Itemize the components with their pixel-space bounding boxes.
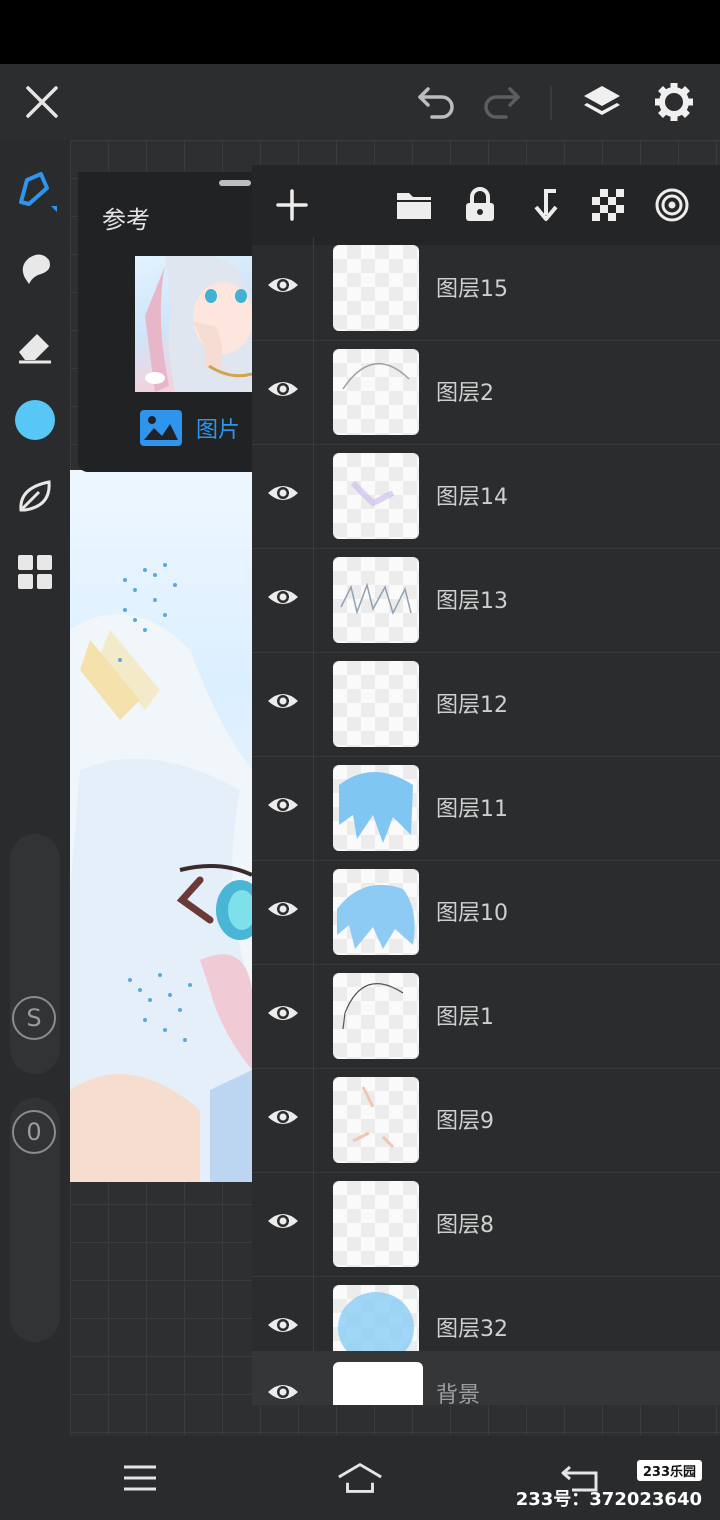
layer-thumbnail[interactable]	[333, 661, 419, 747]
leaf-icon[interactable]	[11, 472, 59, 520]
artwork-canvas[interactable]	[70, 470, 252, 1182]
layer-name: 图层14	[436, 485, 508, 510]
layer-row[interactable]: 图层8	[252, 1173, 720, 1277]
layer-thumbnail[interactable]	[333, 1362, 423, 1405]
column-divider	[313, 965, 314, 1068]
close-icon[interactable]	[18, 78, 66, 126]
smudge-icon[interactable]	[11, 244, 59, 292]
layer-row[interactable]: 图层13	[252, 549, 720, 653]
layer-thumbnail[interactable]	[333, 245, 419, 331]
toolbar-divider	[550, 86, 552, 120]
layer-name: 图层11	[436, 797, 508, 822]
layer-name: 图层32	[436, 1317, 508, 1342]
reference-title: 参考	[102, 206, 150, 234]
column-divider	[313, 653, 314, 756]
column-divider	[313, 445, 314, 548]
layer-row[interactable]: 图层12	[252, 653, 720, 757]
eye-icon[interactable]	[266, 793, 300, 817]
background-layer-row[interactable]: 背景	[252, 1351, 720, 1405]
panel-drag-handle[interactable]	[219, 180, 251, 186]
watermark-id: 233号：372023640	[515, 1489, 702, 1510]
eye-icon[interactable]	[266, 1380, 300, 1404]
eye-icon[interactable]	[266, 1209, 300, 1233]
column-divider	[313, 237, 314, 340]
layer-thumbnail[interactable]	[333, 765, 419, 851]
layer-name: 图层15	[436, 277, 508, 302]
watermark-logo: 233乐园	[636, 1460, 702, 1481]
layer-name: 图层8	[436, 1213, 494, 1238]
column-divider	[313, 861, 314, 964]
layer-thumbnail[interactable]	[333, 1077, 419, 1163]
layer-name: 图层12	[436, 693, 508, 718]
image-icon	[140, 410, 182, 446]
lock-icon[interactable]	[456, 181, 504, 229]
status-bar	[0, 0, 720, 64]
image-button-label: 图片	[196, 418, 241, 443]
layer-thumbnail[interactable]	[333, 557, 419, 643]
reference-panel: 参考 图片	[78, 172, 252, 472]
menu-icon[interactable]	[116, 1454, 164, 1502]
home-icon[interactable]	[336, 1454, 384, 1502]
brush-size-knob[interactable]: S	[12, 996, 56, 1040]
eye-icon[interactable]	[266, 1105, 300, 1129]
layer-name: 图层2	[436, 381, 494, 406]
layer-name: 图层9	[436, 1109, 494, 1134]
grid-icon[interactable]	[11, 548, 59, 596]
layer-thumbnail[interactable]	[333, 973, 419, 1059]
left-toolbar: S 0	[0, 140, 70, 1436]
layer-row[interactable]: 图层9	[252, 1069, 720, 1173]
gear-icon[interactable]	[650, 78, 698, 126]
layers-toolbar	[252, 165, 720, 245]
eye-icon[interactable]	[266, 377, 300, 401]
transparency-icon[interactable]	[584, 181, 632, 229]
folder-icon[interactable]	[390, 181, 438, 229]
layer-row[interactable]: 图层15	[252, 237, 720, 341]
layers-icon[interactable]	[578, 78, 626, 126]
top-bar	[0, 64, 720, 140]
layer-name: 图层10	[436, 901, 508, 926]
layer-thumbnail[interactable]	[333, 349, 419, 435]
eye-icon[interactable]	[266, 1001, 300, 1025]
layer-name: 图层13	[436, 589, 508, 614]
merge-down-icon[interactable]	[520, 181, 568, 229]
eye-icon[interactable]	[266, 481, 300, 505]
eye-icon[interactable]	[266, 897, 300, 921]
eye-icon[interactable]	[266, 585, 300, 609]
opacity-knob[interactable]: 0	[12, 1110, 56, 1154]
column-divider	[313, 1173, 314, 1276]
color-swatch[interactable]	[11, 396, 59, 444]
layer-thumbnail[interactable]	[333, 1181, 419, 1267]
reference-image[interactable]	[135, 256, 252, 392]
add-icon[interactable]	[268, 181, 316, 229]
layer-name: 背景	[436, 1383, 481, 1405]
layer-row[interactable]: 图层1	[252, 965, 720, 1069]
layer-thumbnail[interactable]	[333, 869, 419, 955]
target-icon[interactable]	[648, 181, 696, 229]
eye-icon[interactable]	[266, 1313, 300, 1337]
layers-panel: 图层15 图层2 图层14 图层13 图层12 图层11 图层10 图层1 图层9 图层8 图层32…	[252, 165, 720, 1405]
eye-icon[interactable]	[266, 689, 300, 713]
layer-name: 图层1	[436, 1005, 494, 1030]
watermark: 233乐园 233号：372023640	[516, 1460, 702, 1511]
redo-icon[interactable]	[478, 78, 526, 126]
eraser-icon[interactable]	[11, 322, 59, 370]
column-divider	[313, 549, 314, 652]
image-button[interactable]: 图片	[138, 408, 240, 448]
layer-row[interactable]: 图层10	[252, 861, 720, 965]
eye-icon[interactable]	[266, 273, 300, 297]
layer-row[interactable]: 图层11	[252, 757, 720, 861]
layer-thumbnail[interactable]	[333, 453, 419, 539]
undo-icon[interactable]	[412, 78, 460, 126]
column-divider	[313, 757, 314, 860]
navigation-bar: 233乐园 233号：372023640	[0, 1436, 720, 1520]
brush-icon[interactable]	[11, 166, 59, 214]
column-divider	[313, 341, 314, 444]
layer-row[interactable]: 图层14	[252, 445, 720, 549]
layer-row[interactable]: 图层2	[252, 341, 720, 445]
column-divider	[313, 1069, 314, 1172]
